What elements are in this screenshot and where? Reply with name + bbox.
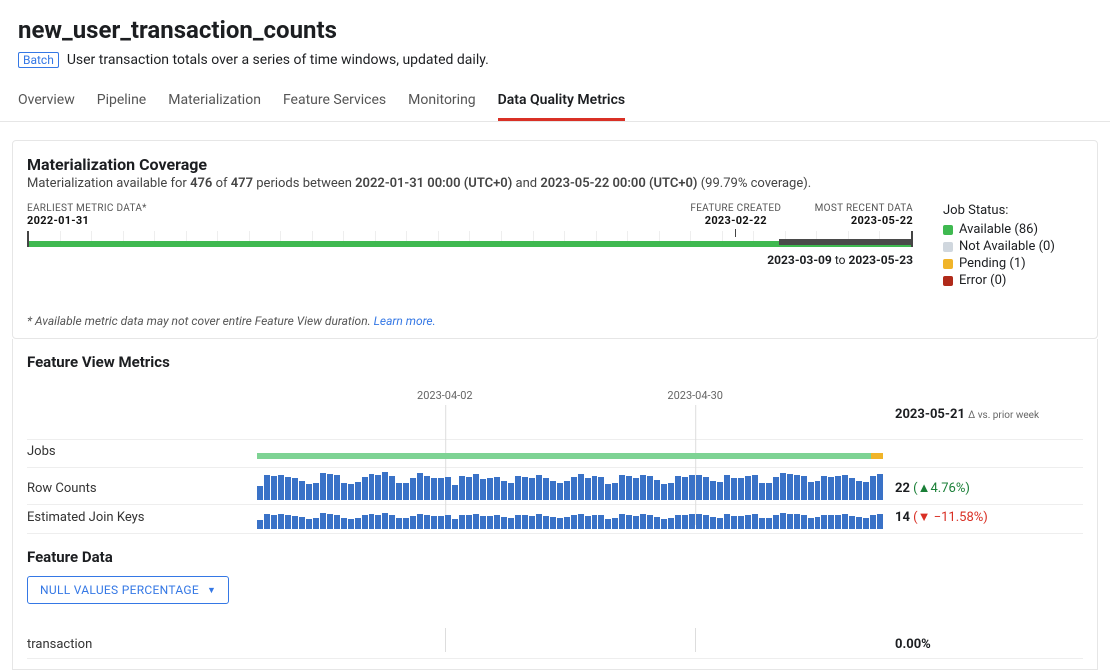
coverage-timeline[interactable]: EARLIEST METRIC DATA* 2022-01-31 FEATURE…	[27, 203, 913, 290]
chart-date-tick: 2023-04-02	[417, 389, 473, 402]
coverage-card: Materialization Coverage Materialization…	[12, 140, 1098, 339]
batch-badge: Batch	[18, 52, 59, 68]
fd-label: transaction	[27, 637, 257, 652]
page-description: User transaction totals over a series of…	[67, 52, 489, 68]
tab-pipeline[interactable]: Pipeline	[97, 82, 147, 121]
job-status-legend: Job Status: Available (86)Not Available …	[943, 203, 1083, 290]
metric-value: 14 (▼ −11.58%)	[895, 509, 1083, 529]
coverage-range: 2023-03-09 to 2023-05-23	[27, 253, 913, 267]
metric-row-row-counts: Row Counts 22 (▲4.76%)	[27, 468, 1083, 505]
legend-item: Pending (1)	[943, 256, 1083, 271]
coverage-title: Materialization Coverage	[27, 155, 1083, 174]
tab-overview[interactable]: Overview	[18, 82, 75, 121]
feature-view-metrics-card: Feature View Metrics 2023-04-02 2023-04-3…	[12, 339, 1098, 670]
learn-more-link[interactable]: Learn more.	[374, 314, 436, 328]
metric-value	[895, 459, 1083, 463]
null-values-dropdown[interactable]: NULL VALUES PERCENTAGE ▼	[27, 576, 229, 604]
page-title: new_user_transaction_counts	[18, 16, 1092, 44]
chevron-down-icon: ▼	[207, 585, 216, 596]
metric-chart[interactable]	[257, 472, 883, 500]
fvm-selected-date: 2023-05-21 Δ vs. prior week	[895, 407, 1083, 435]
legend-item: Error (0)	[943, 273, 1083, 288]
tab-data-quality-metrics[interactable]: Data Quality Metrics	[498, 82, 625, 121]
chart-date-tick: 2023-04-30	[667, 389, 723, 402]
tab-materialization[interactable]: Materialization	[168, 82, 261, 121]
coverage-footnote: * Available metric data may not cover en…	[27, 314, 1083, 328]
feature-data-row: transaction 0.00%	[27, 622, 1083, 659]
coverage-subtitle: Materialization available for 476 of 477…	[27, 176, 1083, 191]
metric-row-estimated-join-keys: Estimated Join Keys 14 (▼ −11.58%)	[27, 505, 1083, 534]
tab-monitoring[interactable]: Monitoring	[408, 82, 476, 121]
metric-label: Estimated Join Keys	[27, 510, 257, 529]
tabs-bar: Overview Pipeline Materialization Feature S…	[0, 82, 1110, 122]
fvm-title: Feature View Metrics	[27, 353, 1083, 371]
fd-value: 0.00%	[895, 637, 1083, 652]
metric-chart[interactable]	[257, 451, 883, 463]
legend-item: Available (86)	[943, 222, 1083, 237]
legend-item: Not Available (0)	[943, 239, 1083, 254]
tab-feature-services[interactable]: Feature Services	[283, 82, 386, 121]
metric-label: Jobs	[27, 444, 257, 463]
metric-row-jobs: Jobs	[27, 440, 1083, 468]
metric-label: Row Counts	[27, 481, 257, 500]
feature-data-title: Feature Data	[27, 548, 1083, 566]
metric-chart[interactable]	[257, 513, 883, 529]
metric-value: 22 (▲4.76%)	[895, 480, 1083, 500]
